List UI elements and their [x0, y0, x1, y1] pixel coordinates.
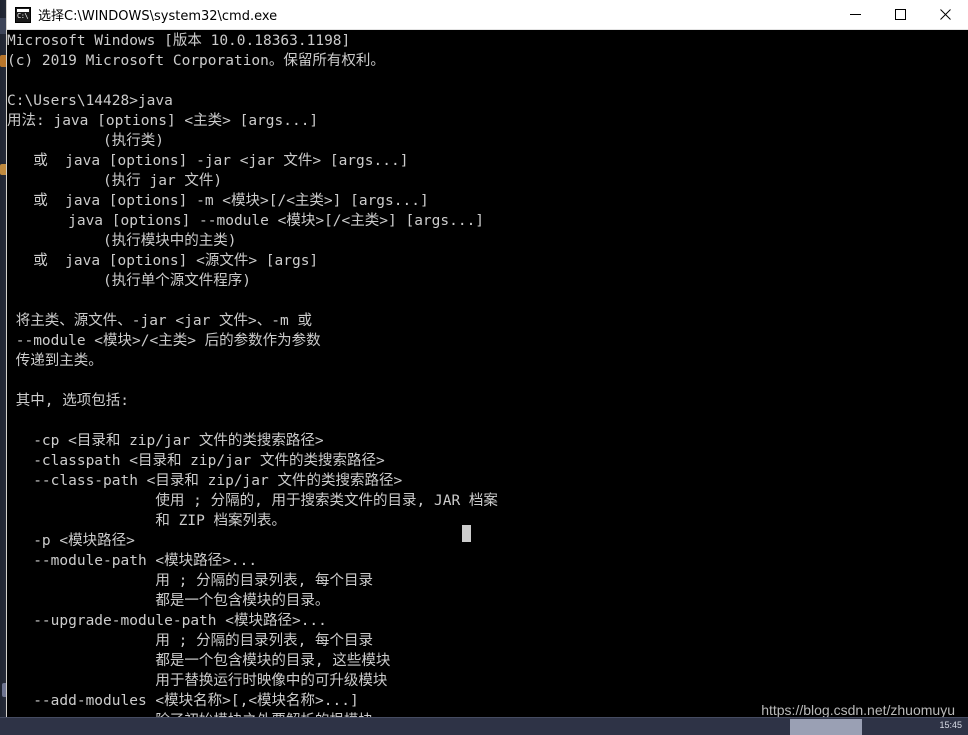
taskbar-clock[interactable]: 15:45	[939, 720, 962, 730]
cmd-window: C:\ 选择C:\WINDOWS\system32\cmd.exe Micros…	[7, 0, 968, 723]
window-controls	[833, 0, 968, 29]
console-output-area[interactable]: Microsoft Windows [版本 10.0.18363.1198] (…	[7, 30, 968, 723]
window-titlebar[interactable]: C:\ 选择C:\WINDOWS\system32\cmd.exe	[7, 0, 968, 30]
taskbar[interactable]: 15:45	[0, 717, 968, 735]
watermark-url: https://blog.csdn.net/zhuomuyu	[761, 702, 955, 718]
minimize-button[interactable]	[833, 0, 878, 29]
window-title: 选择C:\WINDOWS\system32\cmd.exe	[38, 9, 278, 24]
maximize-button[interactable]	[878, 0, 923, 29]
cmd-icon-glyph: C:\	[17, 11, 29, 20]
console-text: Microsoft Windows [版本 10.0.18363.1198] (…	[7, 33, 498, 723]
close-button[interactable]	[923, 0, 968, 29]
cmd-icon: C:\	[15, 6, 31, 23]
taskbar-item-cmd[interactable]	[790, 719, 862, 735]
text-cursor	[462, 525, 471, 542]
